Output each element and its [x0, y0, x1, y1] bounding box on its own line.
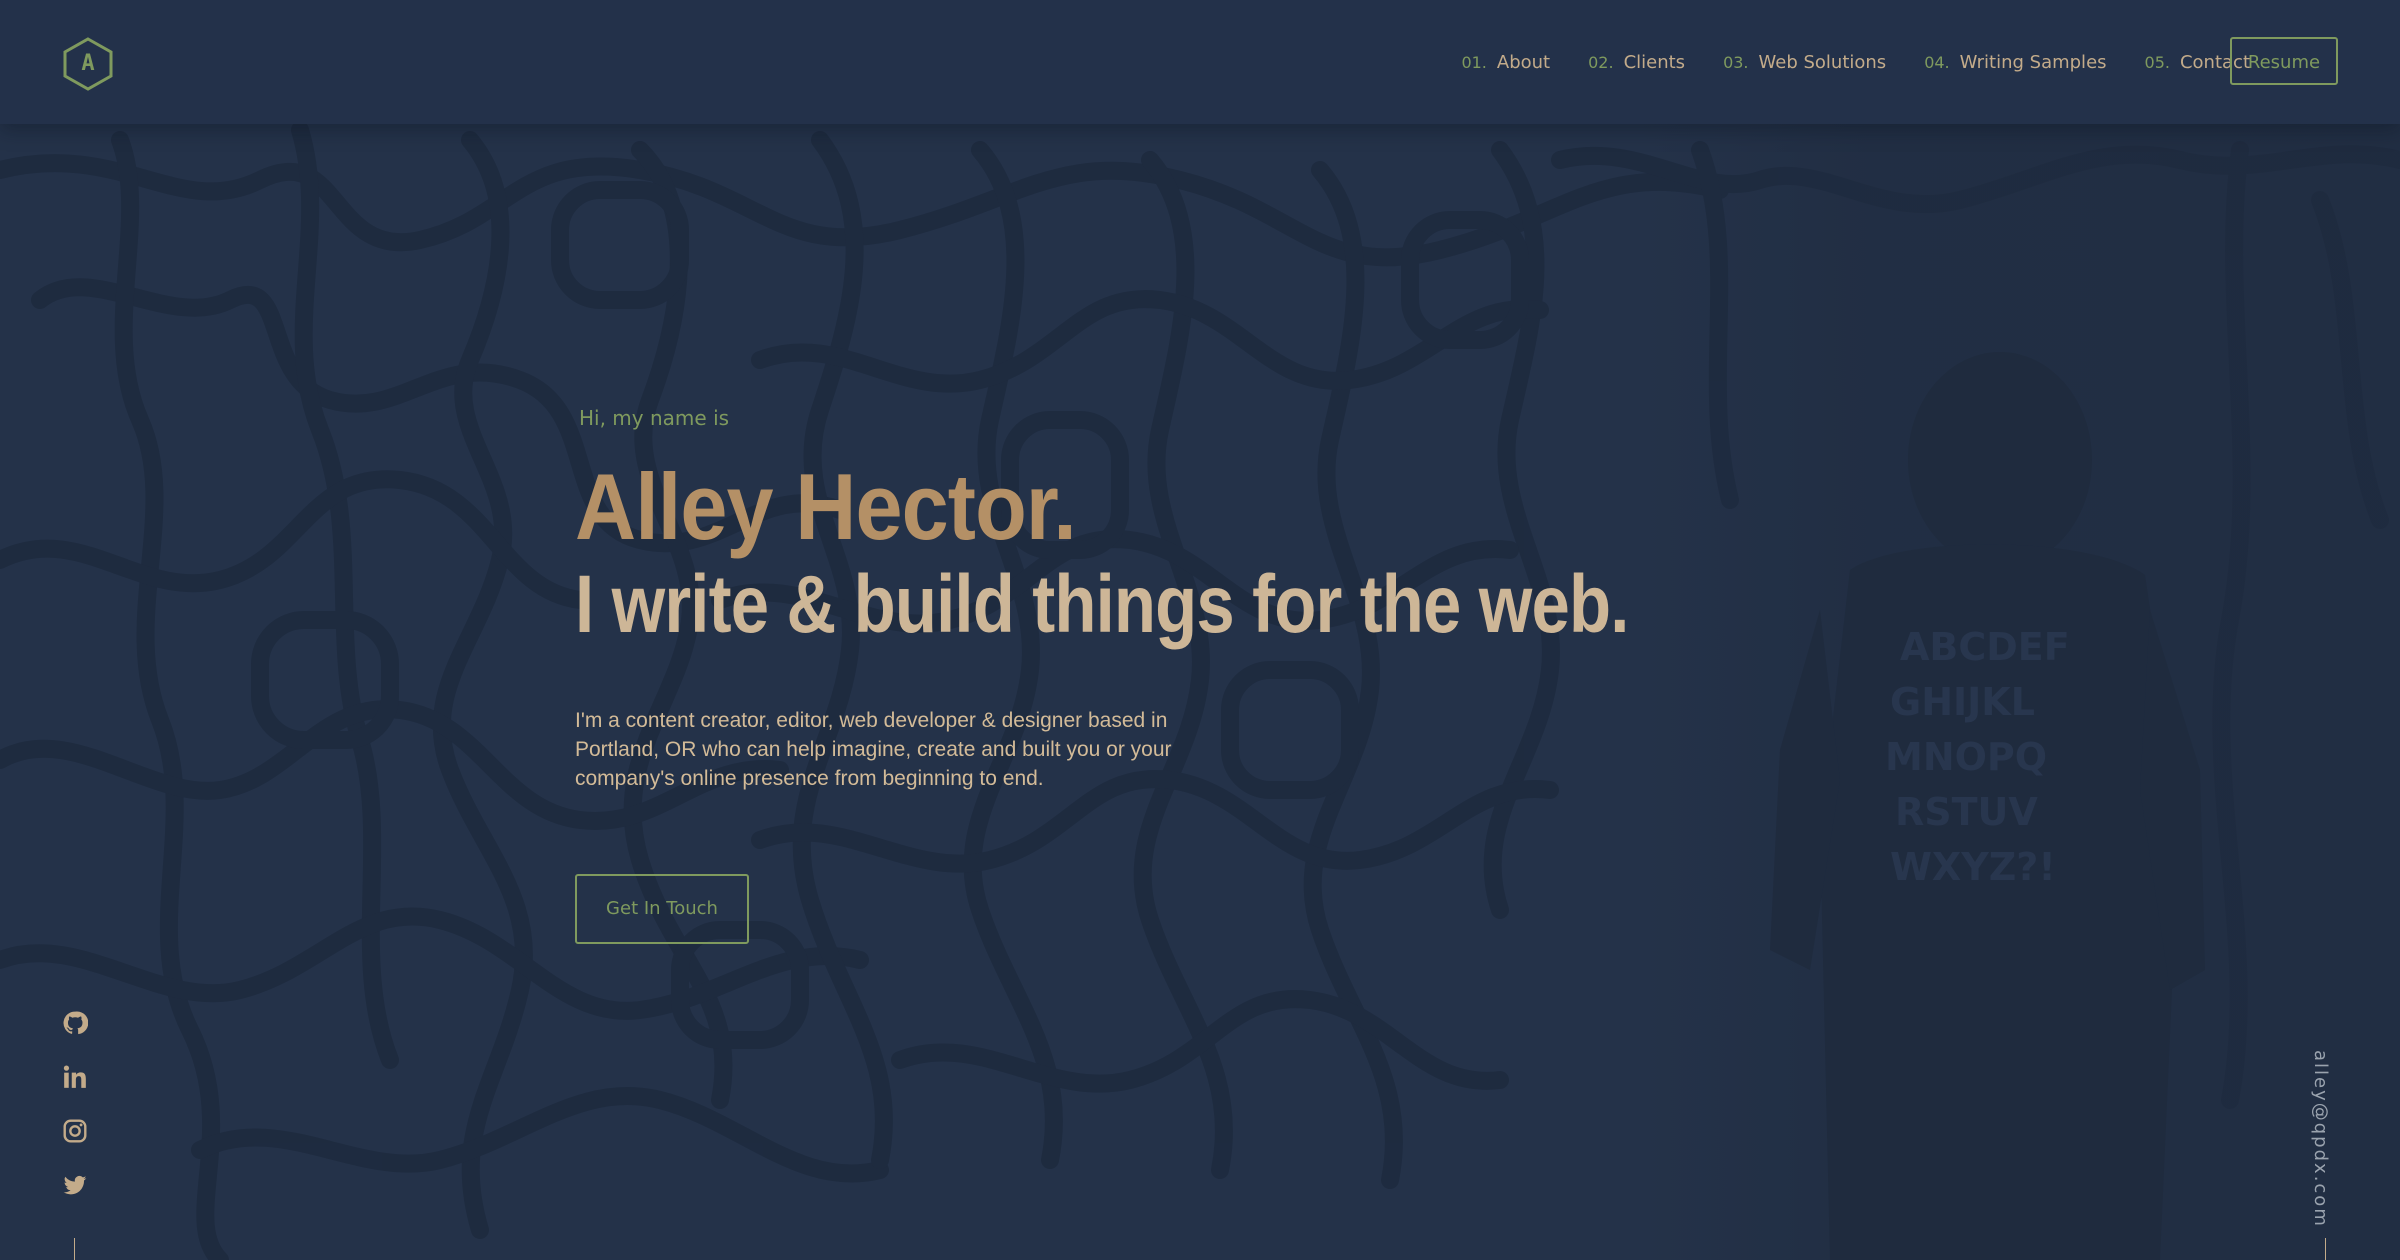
email-text: alley@qpdx.com — [2310, 1050, 2331, 1228]
email-link[interactable]: alley@qpdx.com — [2305, 1050, 2335, 1228]
twitter-icon[interactable] — [62, 1172, 88, 1200]
github-icon[interactable] — [62, 1010, 89, 1038]
svg-text:RSTUV: RSTUV — [1895, 790, 2038, 834]
get-in-touch-button[interactable]: Get In Touch — [575, 874, 749, 944]
logo[interactable]: A — [62, 36, 114, 92]
svg-text:WXYZ?!: WXYZ?! — [1890, 845, 2056, 889]
nav-label: About — [1496, 51, 1551, 73]
nav-label: Web Solutions — [1758, 51, 1887, 73]
linkedin-icon[interactable] — [62, 1064, 88, 1092]
hero-greeting: Hi, my name is — [579, 406, 730, 430]
svg-text:ABCDEF: ABCDEF — [1900, 625, 2070, 669]
nav-label: Writing Samples — [1959, 51, 2107, 73]
social-links — [58, 1010, 92, 1200]
svg-text:MNOPQ: MNOPQ — [1885, 735, 2047, 779]
nav-label: Clients — [1623, 51, 1686, 73]
hero-name: Alley Hector. — [575, 454, 1077, 559]
nav-item-clients[interactable]: 02. Clients — [1588, 52, 1685, 73]
hero-tagline: I write & build things for the web. — [575, 559, 1629, 650]
resume-button[interactable]: Resume — [2230, 37, 2338, 85]
left-rail-line — [74, 1238, 75, 1260]
nav-number: 04. — [1924, 52, 1950, 72]
nav-item-about[interactable]: 01. About — [1461, 52, 1550, 73]
nav-item-web-solutions[interactable]: 03. Web Solutions — [1723, 52, 1886, 73]
svg-text:GHIJKL: GHIJKL — [1890, 680, 2035, 724]
nav-number: 03. — [1723, 52, 1749, 72]
main-nav: 01. About 02. Clients 03. Web Solutions … — [1461, 0, 2250, 124]
instagram-icon[interactable] — [62, 1118, 88, 1146]
nav-item-writing-samples[interactable]: 04. Writing Samples — [1924, 52, 2106, 73]
nav-number: 05. — [2144, 52, 2170, 72]
hero-bio: I'm a content creator, editor, web devel… — [575, 709, 1172, 790]
logo-letter: A — [81, 51, 95, 76]
right-rail-line — [2325, 1238, 2326, 1260]
site-header: A 01. About 02. Clients 03. Web Solution… — [0, 0, 2400, 124]
nav-number: 02. — [1588, 52, 1614, 72]
portrait-photo: ABCDEF GHIJKL MNOPQ RSTUV WXYZ?! — [1770, 352, 2205, 1260]
nav-number: 01. — [1461, 52, 1487, 72]
page: ABCDEF GHIJKL MNOPQ RSTUV WXYZ?! A 01. A… — [0, 0, 2400, 1260]
